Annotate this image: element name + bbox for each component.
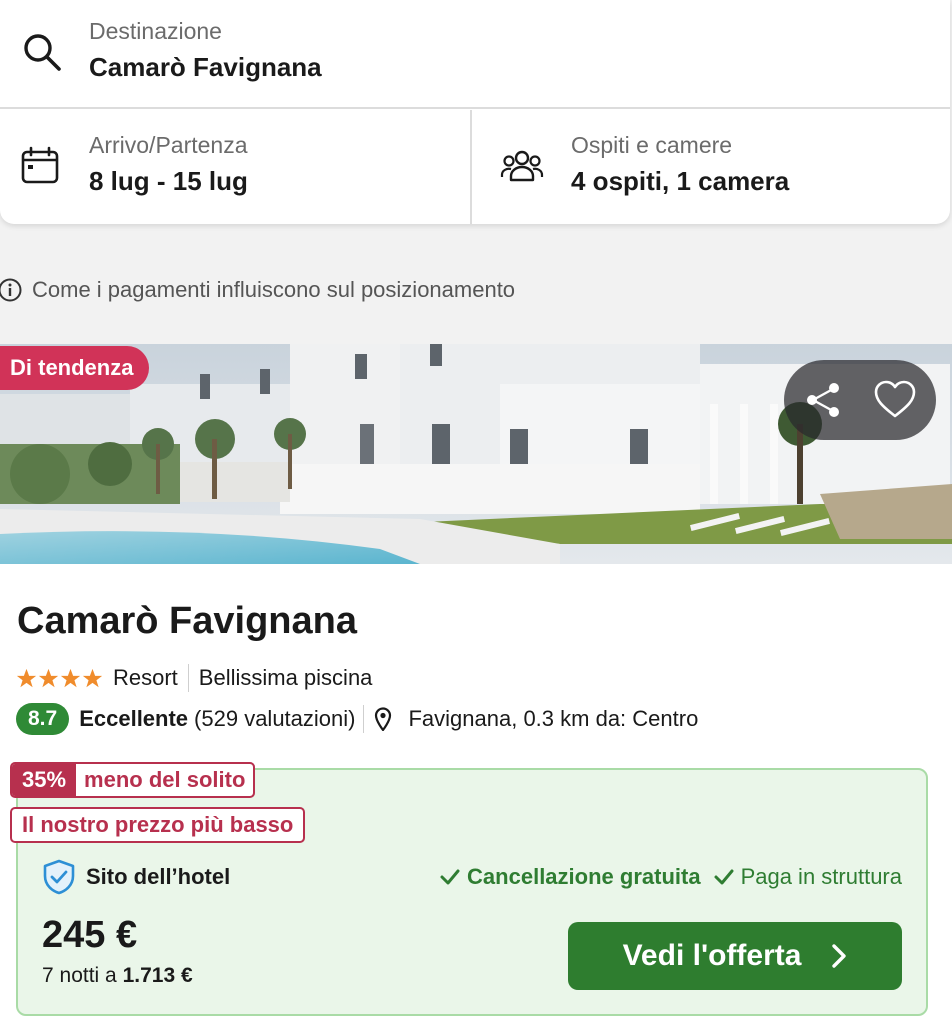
chevron-right-icon (832, 944, 847, 968)
nights-total: 1.713 € (122, 964, 193, 987)
hotel-name[interactable]: Camarò Favignana (17, 600, 357, 643)
guests-field[interactable]: Ospiti e camere 4 ospiti, 1 camera (474, 110, 950, 224)
dates-label: Arrivo/Partenza (89, 132, 248, 158)
info-icon (0, 278, 22, 302)
heart-icon[interactable] (874, 380, 916, 420)
share-icon[interactable] (804, 380, 844, 420)
hotel-meta: Resort Bellissima piscina (16, 662, 372, 694)
divider (363, 705, 365, 733)
star-rating (16, 668, 103, 689)
rating-score-badge: 8.7 (16, 703, 70, 735)
rating-word: Eccellente (79, 706, 189, 731)
star-icon (16, 668, 37, 687)
guests-icon (500, 150, 544, 182)
provider-name: Sito dell’hotel (86, 864, 231, 889)
pay-at-property: Paga in struttura (740, 864, 902, 889)
discount-percent: 35% (12, 764, 77, 796)
destination-label: Destinazione (89, 18, 222, 44)
divider (187, 664, 189, 692)
rating-row: 8.7 Eccellente (529 valutazioni) Favigna… (16, 702, 698, 736)
hotel-highlight: Bellissima piscina (198, 665, 373, 690)
free-cancellation: Cancellazione gratuita (467, 864, 701, 889)
location-pin-icon (375, 707, 392, 731)
star-icon (82, 668, 103, 687)
info-text: Come i pagamenti influiscono sul posizio… (32, 277, 516, 302)
total-price: 7 notti a 1.713 € (42, 964, 193, 988)
check-icon (440, 869, 460, 885)
nightly-price: 245 € (42, 914, 138, 956)
rating-count: (529 valutazioni) (194, 706, 356, 731)
shield-check-icon (43, 859, 75, 895)
ranking-info-link[interactable]: Come i pagamenti influiscono sul posizio… (0, 275, 515, 305)
view-offer-button[interactable]: Vedi l'offerta (568, 922, 902, 990)
calendar-icon (21, 146, 59, 184)
discount-text: meno del solito (84, 767, 246, 792)
check-icon (714, 869, 734, 885)
trending-badge: Di tendenza (0, 346, 150, 390)
search-card: Destinazione Camarò Favignana Arrivo/Par… (0, 0, 950, 224)
dates-field[interactable]: Arrivo/Partenza 8 lug - 15 lug (0, 110, 472, 224)
nights-prefix: 7 notti a (42, 964, 117, 987)
discount-tag: 35% meno del solito (10, 762, 256, 798)
destination-value: Camarò Favignana (89, 52, 322, 82)
photo-actions (784, 360, 936, 440)
destination-field[interactable]: Destinazione Camarò Favignana (0, 0, 950, 109)
star-icon (60, 668, 81, 687)
lowest-price-tag: Il nostro prezzo più basso (10, 807, 306, 843)
view-offer-label: Vedi l'offerta (622, 939, 802, 972)
guests-value: 4 ospiti, 1 camera (571, 166, 790, 196)
hotel-location: Favignana, 0.3 km da: Centro (408, 706, 699, 731)
dates-value: 8 lug - 15 lug (89, 166, 248, 196)
provider: Sito dell’hotel (42, 858, 230, 896)
perks: Cancellazione gratuita Paga in struttura (439, 862, 902, 892)
guests-label: Ospiti e camere (571, 132, 733, 158)
search-icon (24, 34, 61, 71)
star-icon (38, 668, 59, 687)
hotel-type: Resort (113, 665, 178, 690)
